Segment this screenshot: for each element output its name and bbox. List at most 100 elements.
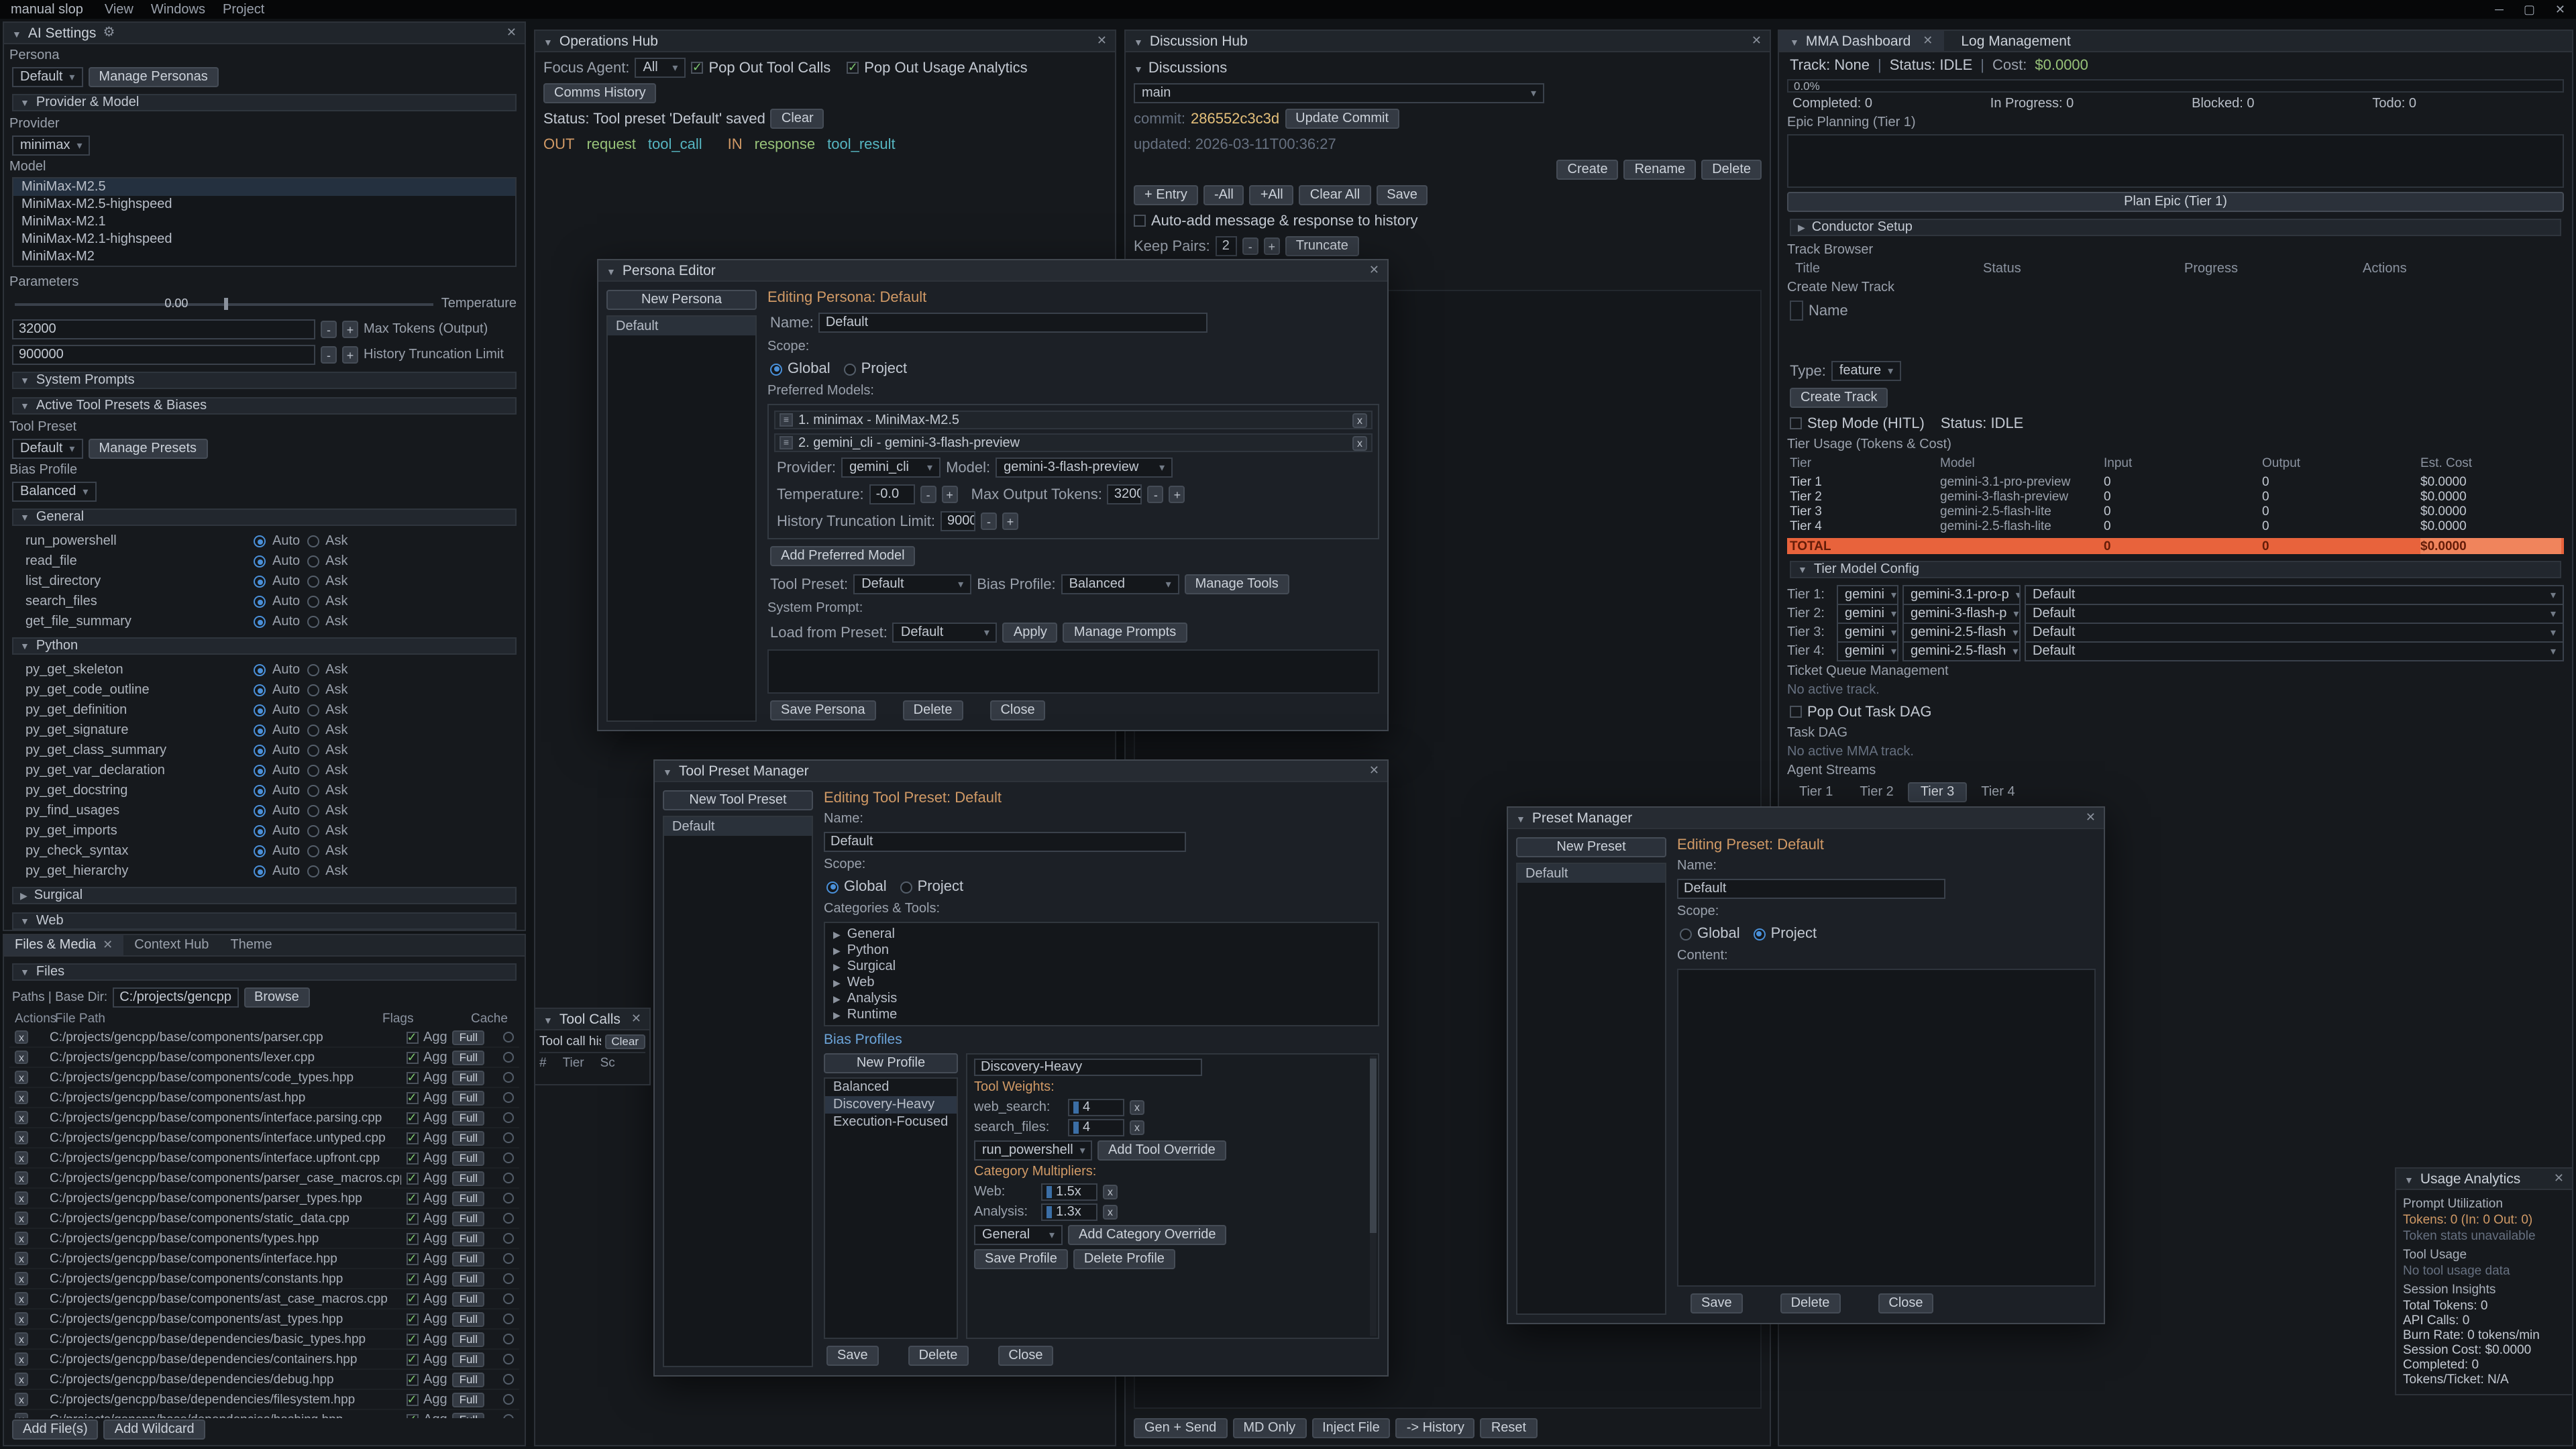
cache-indicator[interactable] [503, 1072, 514, 1083]
drag-handle-icon[interactable] [1046, 1186, 1052, 1198]
remove-file-button[interactable]: x [15, 1252, 28, 1265]
scrollbar[interactable] [1370, 1056, 1377, 1336]
browse-button[interactable]: Browse [244, 987, 310, 1007]
new-tool-preset-button[interactable]: New Tool Preset [663, 790, 813, 810]
temperature-input[interactable]: -0.0 [869, 484, 915, 504]
auto-radio[interactable] [254, 805, 266, 817]
section-provider-model[interactable]: Provider & Model [12, 94, 517, 111]
track-type-select[interactable]: feature [1831, 361, 1901, 381]
add-tool-override-button[interactable]: Add Tool Override [1097, 1140, 1226, 1161]
auto-radio[interactable] [254, 865, 266, 877]
minimize-icon[interactable]: ─ [2495, 2, 2504, 17]
cache-indicator[interactable] [503, 1092, 514, 1103]
create-track-button[interactable]: Create Track [1790, 388, 1888, 408]
save-tool-preset-button[interactable]: Save [826, 1346, 879, 1366]
new-preset-button[interactable]: New Preset [1516, 837, 1666, 857]
drag-handle-icon[interactable] [1073, 1102, 1079, 1114]
remove-file-button[interactable]: x [15, 1292, 28, 1305]
tier-preset-select[interactable]: Default [2025, 622, 2564, 642]
close-icon[interactable]: ✕ [2086, 810, 2096, 825]
model-option[interactable]: MiniMax-M2.1-highspeed [13, 231, 515, 248]
full-button[interactable]: Full [453, 1110, 484, 1125]
plan-epic-button[interactable]: Plan Epic (Tier 1) [1787, 192, 2564, 212]
agg-checkbox[interactable] [406, 1273, 418, 1285]
model-option[interactable]: MiniMax-M2.5-highspeed [13, 196, 515, 213]
cache-indicator[interactable] [503, 1293, 514, 1304]
remove-file-button[interactable]: x [15, 1232, 28, 1245]
scope-project-radio[interactable] [1754, 928, 1766, 940]
tier-preset-select[interactable]: Default [2025, 641, 2564, 661]
decrement-button[interactable]: - [981, 513, 997, 530]
tool-preset-select[interactable]: Default [12, 439, 83, 459]
tab-mma-dashboard[interactable]: MMA Dashboard ✕ [1779, 31, 1943, 51]
ask-radio[interactable] [307, 555, 319, 568]
remove-file-button[interactable]: x [15, 1332, 28, 1346]
track-name-input[interactable] [1790, 301, 1803, 321]
auto-radio[interactable] [254, 724, 266, 737]
decrement-button[interactable]: - [1242, 237, 1258, 255]
full-button[interactable]: Full [453, 1191, 484, 1205]
bias-profile-select[interactable]: Balanced [12, 482, 96, 502]
max-output-input[interactable]: 32000 [1108, 484, 1142, 504]
save-profile-button[interactable]: Save Profile [974, 1249, 1068, 1269]
category-override-select[interactable]: General [974, 1225, 1063, 1245]
scope-global-radio[interactable] [770, 363, 782, 375]
clear-status-button[interactable]: Clear [771, 109, 824, 129]
persona-select[interactable]: Default [12, 67, 83, 87]
agg-checkbox[interactable] [406, 1071, 418, 1083]
new-profile-button[interactable]: New Profile [824, 1053, 958, 1073]
caret-icon[interactable] [833, 1007, 841, 1022]
cache-indicator[interactable] [503, 1132, 514, 1143]
persona-editor-header[interactable]: Persona Editor ✕ [598, 260, 1387, 282]
ask-radio[interactable] [307, 616, 319, 628]
cache-indicator[interactable] [503, 1213, 514, 1224]
ask-radio[interactable] [307, 785, 319, 797]
close-icon[interactable]: ✕ [103, 938, 113, 953]
caret-icon[interactable] [833, 959, 841, 973]
delete-preset-button[interactable]: Delete [1780, 1293, 1841, 1313]
delete-profile-button[interactable]: Delete Profile [1073, 1249, 1175, 1269]
ask-radio[interactable] [307, 845, 319, 857]
auto-radio[interactable] [254, 535, 266, 547]
pop-out-tool-calls-checkbox[interactable] [691, 62, 703, 74]
auto-radio[interactable] [254, 765, 266, 777]
cache-indicator[interactable] [503, 1152, 514, 1163]
increment-button[interactable]: + [342, 321, 358, 338]
remove-weight-button[interactable]: x [1130, 1120, 1144, 1135]
auto-radio[interactable] [254, 616, 266, 628]
auto-radio[interactable] [254, 684, 266, 696]
section-tier-model-config[interactable]: Tier Model Config [1790, 561, 2561, 578]
stream-tab[interactable]: Tier 4 [1969, 782, 2027, 802]
tool-preset-list-item[interactable]: Default [664, 817, 812, 836]
category-row[interactable]: Runtime [825, 1006, 1378, 1022]
section-python-tools[interactable]: Python [12, 637, 517, 655]
tool-weight-input[interactable]: 4 [1068, 1099, 1124, 1116]
remove-file-button[interactable]: x [15, 1393, 28, 1406]
section-files[interactable]: Files [12, 963, 517, 981]
manage-presets-button[interactable]: Manage Presets [88, 439, 207, 459]
auto-radio[interactable] [254, 596, 266, 608]
model-option[interactable]: MiniMax-M2 [13, 248, 515, 266]
cache-indicator[interactable] [503, 1354, 514, 1364]
agg-checkbox[interactable] [406, 1112, 418, 1124]
stream-tab[interactable]: Tier 1 [1787, 782, 1845, 802]
remove-model-button[interactable]: x [1352, 413, 1367, 427]
cache-indicator[interactable] [503, 1052, 514, 1063]
auto-radio[interactable] [254, 704, 266, 716]
agg-checkbox[interactable] [406, 1172, 418, 1184]
tool-preset-select[interactable]: Default [853, 574, 971, 594]
tier-preset-select[interactable]: Default [2025, 584, 2564, 604]
full-button[interactable]: Full [453, 1130, 484, 1145]
entry-action-button[interactable]: Save [1376, 185, 1428, 205]
remove-file-button[interactable]: x [15, 1191, 28, 1205]
rename-discussion-button[interactable]: Rename [1624, 160, 1697, 180]
auto-radio[interactable] [254, 825, 266, 837]
generate-action-button[interactable]: -> History [1396, 1418, 1475, 1438]
add-files-button[interactable]: Add File(s) [12, 1419, 99, 1440]
tab-log-management[interactable]: Log Management [1950, 31, 2081, 51]
remove-file-button[interactable]: x [15, 1212, 28, 1225]
generate-action-button[interactable]: Inject File [1311, 1418, 1391, 1438]
increment-button[interactable]: + [1002, 513, 1018, 530]
tool-preset-manager-header[interactable]: Tool Preset Manager ✕ [655, 761, 1387, 782]
ask-radio[interactable] [307, 865, 319, 877]
